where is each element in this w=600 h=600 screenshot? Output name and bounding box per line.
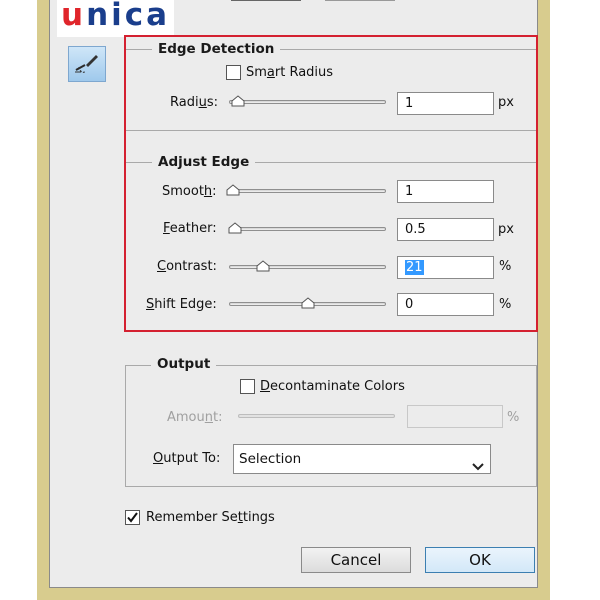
remember-settings-label: Remember Settings (146, 510, 275, 525)
amount-slider-track (238, 414, 395, 418)
checkmark-icon (127, 512, 138, 523)
amount-unit: % (507, 410, 520, 425)
amount-input (407, 405, 503, 428)
output-to-label: Output To: (153, 451, 221, 466)
top-field-partial (231, 0, 301, 1)
decontaminate-colors-label: Decontaminate Colors (260, 379, 405, 394)
output-to-value: Selection (239, 451, 302, 467)
decontaminate-colors-checkbox[interactable] (240, 379, 255, 394)
chevron-down-icon (472, 454, 484, 482)
brush-icon (75, 55, 98, 73)
refine-radius-brush-icon[interactable] (68, 46, 106, 82)
highlight-annotation-box (124, 35, 538, 332)
top-field-partial-2 (325, 0, 395, 1)
remember-settings-checkbox[interactable] (125, 510, 140, 525)
cancel-button[interactable]: Cancel (301, 547, 411, 573)
output-title: Output (151, 356, 217, 372)
output-to-select[interactable]: Selection (233, 444, 491, 474)
amount-label: Amount: (167, 410, 223, 425)
unica-logo: unica (57, 0, 175, 37)
ok-button[interactable]: OK (425, 547, 535, 573)
